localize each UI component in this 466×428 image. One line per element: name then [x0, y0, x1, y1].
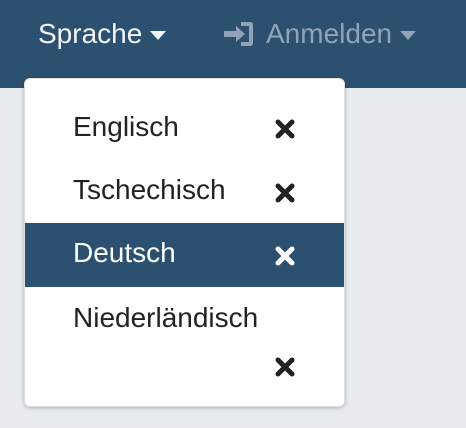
login-menu-label: Anmelden	[266, 18, 393, 49]
language-item-englisch[interactable]: Englisch	[25, 111, 344, 147]
language-item-label: Niederländisch	[73, 302, 259, 333]
language-menu-label: Sprache	[38, 18, 143, 49]
language-menu-toggle[interactable]: Sprache	[38, 14, 167, 54]
caret-down-icon	[400, 30, 417, 40]
close-icon[interactable]	[275, 246, 295, 266]
close-icon[interactable]	[275, 119, 295, 139]
language-item-deutsch[interactable]: Deutsch	[25, 223, 344, 287]
close-icon[interactable]	[275, 183, 295, 203]
sign-in-icon	[224, 21, 254, 47]
language-item-label: Tschechisch	[73, 174, 226, 205]
login-menu-toggle[interactable]: Anmelden	[224, 14, 417, 54]
language-dropdown: Englisch Tschechisch Deutsch Niederländi…	[24, 78, 345, 407]
caret-down-icon	[150, 30, 167, 40]
top-navbar: Sprache Anmelden	[0, 0, 466, 88]
close-icon[interactable]	[275, 357, 295, 377]
language-item-label: Englisch	[73, 111, 179, 142]
language-item-niederlaendisch[interactable]: Niederländisch	[25, 302, 344, 394]
language-item-tschechisch[interactable]: Tschechisch	[25, 174, 344, 210]
language-item-label: Deutsch	[73, 237, 176, 268]
